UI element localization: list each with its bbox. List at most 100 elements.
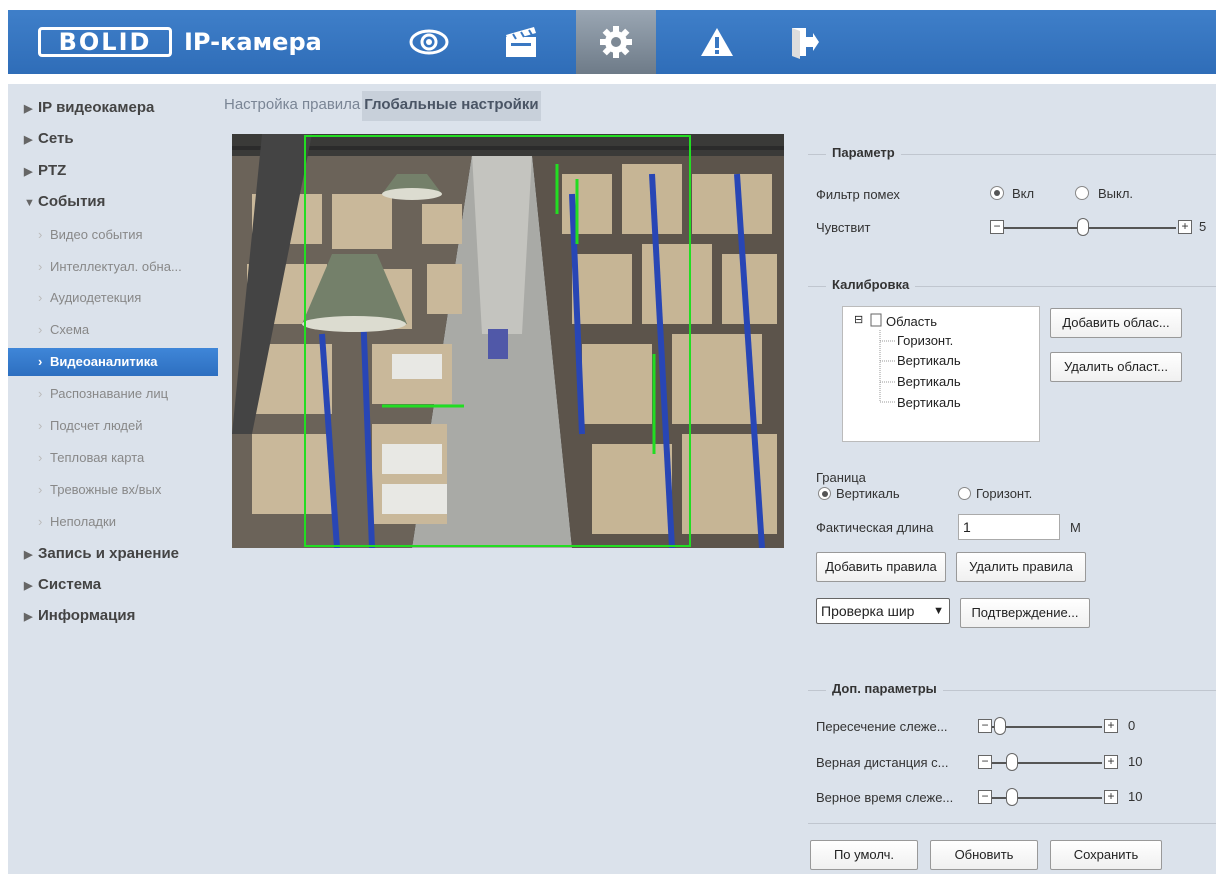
valid-time-value: 10 xyxy=(1128,789,1143,804)
sensitivity-slider-track[interactable] xyxy=(1004,227,1176,229)
video-preview[interactable] xyxy=(232,134,784,548)
settings-gear-icon[interactable] xyxy=(576,10,656,74)
valid-distance-slider-knob[interactable] xyxy=(1006,753,1018,771)
sidebar-item-faults[interactable]: › Неполадки xyxy=(8,508,218,536)
noise-filter-off-label: Выкл. xyxy=(1098,186,1134,201)
boundary-vertical-radio[interactable] xyxy=(818,487,831,500)
playback-clapperboard-icon[interactable] xyxy=(486,10,556,74)
sidebar-item-ptz[interactable]: ▶ PTZ xyxy=(8,157,218,185)
collapsed-triangle-icon: ▶ xyxy=(24,549,33,561)
expanded-triangle-icon: ▼ xyxy=(24,197,35,209)
noise-filter-label: Фильтр помех xyxy=(816,187,900,202)
save-button[interactable]: Сохранить xyxy=(1050,840,1162,870)
confirm-button[interactable]: Подтверждение... xyxy=(960,598,1090,628)
sensitivity-increase-button[interactable]: + xyxy=(1178,220,1192,234)
collapsed-triangle-icon: ▶ xyxy=(24,103,33,115)
alarm-warning-icon[interactable] xyxy=(682,10,752,74)
boundary-horizontal-label: Горизонт. xyxy=(976,486,1033,501)
sidebar-item-video-analytics[interactable]: › Видеоаналитика xyxy=(8,348,218,376)
live-view-eye-icon[interactable] xyxy=(394,10,464,74)
length-unit: М xyxy=(1070,520,1081,535)
sidebar-item-events[interactable]: ▼ События xyxy=(8,188,218,216)
boundary-vertical-label: Вертикаль xyxy=(836,486,900,501)
chevron-down-icon: ▼ xyxy=(933,605,944,617)
chevron-right-icon: › xyxy=(38,386,43,401)
sidebar-item-video-events[interactable]: › Видео события xyxy=(8,221,218,249)
add-rule-button[interactable]: Добавить правила xyxy=(816,552,946,582)
calibration-title: Калибровка xyxy=(826,277,916,292)
sidebar-item-alarm-io[interactable]: › Тревожные вх/вых xyxy=(8,476,218,504)
chevron-right-icon: › xyxy=(38,227,43,242)
actual-length-label: Фактическая длина xyxy=(816,520,934,535)
camera-frame xyxy=(232,134,784,548)
tree-item-vertical[interactable]: Вертикаль xyxy=(897,353,961,368)
collapsed-triangle-icon: ▶ xyxy=(24,580,33,592)
tab-bar: Настройка правила Глобальные настройки xyxy=(222,91,541,121)
chevron-right-icon: › xyxy=(38,322,43,337)
sidebar-item-people-counting[interactable]: › Подсчет людей xyxy=(8,412,218,440)
sidebar-item-recording-storage[interactable]: ▶ Запись и хранение xyxy=(8,540,218,568)
param-group: Параметр xyxy=(808,145,1216,254)
product-title: IP-камера xyxy=(184,28,322,56)
sidebar-item-information[interactable]: ▶ Информация xyxy=(8,602,218,630)
tracking-intersection-slider-track[interactable] xyxy=(992,726,1102,728)
boundary-horizontal-radio[interactable] xyxy=(958,487,971,500)
sidebar-item-face-recognition[interactable]: › Распознавание лиц xyxy=(8,380,218,408)
brand-logo: BOLID xyxy=(38,27,172,57)
logout-exit-icon[interactable] xyxy=(768,10,838,74)
check-type-value: Проверка шир xyxy=(821,603,915,619)
sidebar-item-system[interactable]: ▶ Система xyxy=(8,571,218,599)
sidebar-item-audio-detection[interactable]: › Аудиодетекция xyxy=(8,284,218,312)
chevron-right-icon: › xyxy=(38,290,43,305)
tracking-intersection-slider-knob[interactable] xyxy=(994,717,1006,735)
tree-item-vertical[interactable]: Вертикаль xyxy=(897,374,961,389)
sensitivity-decrease-button[interactable]: − xyxy=(990,220,1004,234)
sidebar-item-network[interactable]: ▶ Сеть xyxy=(8,125,218,153)
collapsed-triangle-icon: ▶ xyxy=(24,134,33,146)
valid-time-slider-knob[interactable] xyxy=(1006,788,1018,806)
actual-length-input[interactable]: 1 xyxy=(958,514,1060,540)
extra-row-label: Верная дистанция с... xyxy=(816,755,949,770)
chevron-right-icon: › xyxy=(38,482,43,497)
tracking-intersection-increase-button[interactable]: + xyxy=(1104,719,1118,733)
noise-filter-off-radio[interactable] xyxy=(1075,186,1089,200)
delete-rule-button[interactable]: Удалить правила xyxy=(956,552,1086,582)
valid-distance-decrease-button[interactable]: − xyxy=(978,755,992,769)
sidebar-item-heat-map[interactable]: › Тепловая карта xyxy=(8,444,218,472)
check-type-select[interactable]: Проверка шир ▼ xyxy=(816,598,950,624)
collapsed-triangle-icon: ▶ xyxy=(24,166,33,178)
tab-rule-settings[interactable]: Настройка правила xyxy=(222,91,362,121)
extra-params-title: Доп. параметры xyxy=(826,681,943,696)
refresh-button[interactable]: Обновить xyxy=(930,840,1038,870)
tree-collapse-icon[interactable]: ⊟ xyxy=(854,313,863,326)
valid-distance-increase-button[interactable]: + xyxy=(1104,755,1118,769)
extra-row-label: Верное время слеже... xyxy=(816,790,954,805)
tracking-intersection-value: 0 xyxy=(1128,718,1136,733)
sidebar-item-intelligent-detection[interactable]: › Интеллектуал. обна... xyxy=(8,253,218,281)
default-button[interactable]: По умолч. xyxy=(810,840,918,870)
chevron-right-icon: › xyxy=(38,418,43,433)
noise-filter-on-radio[interactable] xyxy=(990,186,1004,200)
tab-global-settings[interactable]: Глобальные настройки xyxy=(362,91,541,121)
document-icon xyxy=(870,313,882,330)
noise-filter-on-label: Вкл xyxy=(1012,186,1035,201)
sidebar-item-scheme[interactable]: › Схема xyxy=(8,316,218,344)
sensitivity-slider-knob[interactable] xyxy=(1077,218,1089,236)
tree-item-horizontal[interactable]: Горизонт. xyxy=(897,333,953,348)
chevron-right-icon: › xyxy=(38,259,43,274)
chevron-right-icon: › xyxy=(38,514,43,529)
sensitivity-value: 5 xyxy=(1199,219,1207,234)
param-title: Параметр xyxy=(826,145,901,160)
valid-distance-value: 10 xyxy=(1128,754,1143,769)
sidebar-item-ip-camera[interactable]: ▶ IP видеокамера xyxy=(8,94,218,122)
valid-time-decrease-button[interactable]: − xyxy=(978,790,992,804)
sensitivity-label: Чувствит xyxy=(816,220,871,235)
valid-time-increase-button[interactable]: + xyxy=(1104,790,1118,804)
tree-item-vertical[interactable]: Вертикаль xyxy=(897,395,961,410)
chevron-right-icon: › xyxy=(38,450,43,465)
delete-area-button[interactable]: Удалить област... xyxy=(1050,352,1182,382)
collapsed-triangle-icon: ▶ xyxy=(24,611,33,623)
tree-root-area[interactable]: Область xyxy=(886,314,937,329)
tracking-intersection-decrease-button[interactable]: − xyxy=(978,719,992,733)
add-area-button[interactable]: Добавить облас... xyxy=(1050,308,1182,338)
